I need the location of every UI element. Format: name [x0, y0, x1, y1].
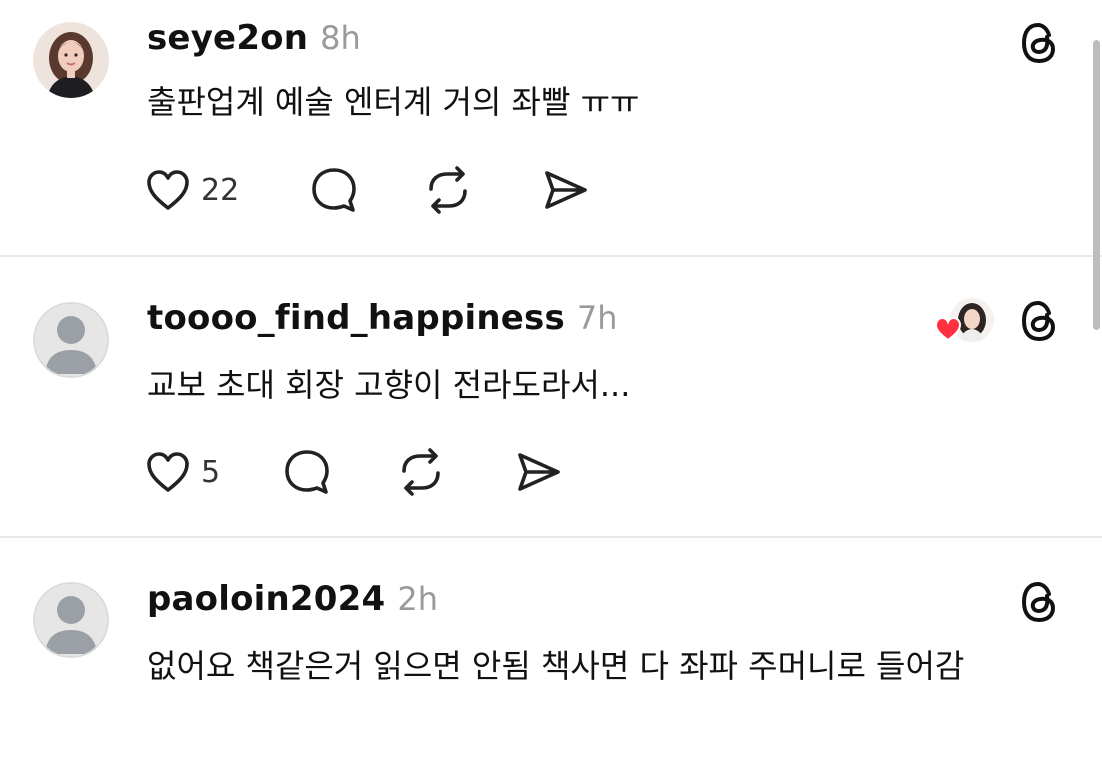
avatar[interactable]	[33, 302, 109, 378]
share-button[interactable]	[514, 446, 564, 498]
heart-filled-icon	[934, 316, 962, 342]
send-paper-plane-icon	[545, 171, 587, 209]
post-divider	[0, 255, 1102, 257]
timestamp: 2h	[397, 580, 438, 618]
post-text: 없어요 책같은거 읽으면 안됨 책사면 다 좌파 주머니로 들어감	[147, 647, 965, 685]
timestamp: 7h	[576, 299, 618, 337]
like-button[interactable]: 22	[145, 164, 239, 216]
liked-by-author-badge	[934, 298, 996, 348]
username[interactable]: seye2on	[147, 18, 308, 58]
action-bar: 22	[145, 164, 591, 216]
reply-button[interactable]	[282, 446, 332, 498]
threads-logo-icon[interactable]	[1016, 579, 1062, 625]
post-header: seye2on 8h	[147, 18, 361, 62]
avatar[interactable]	[33, 22, 109, 98]
repost-button[interactable]	[423, 164, 473, 216]
post-seye2on[interactable]: seye2on 8h 출판업계 예술 엔터계 거의 좌빨 ㅠㅠ 22	[0, 0, 1102, 255]
send-paper-plane-icon	[518, 453, 560, 491]
comment-bubble-icon	[312, 168, 356, 212]
threads-logo-icon[interactable]	[1016, 20, 1062, 66]
repost-button[interactable]	[396, 446, 446, 498]
default-avatar-icon	[33, 302, 109, 378]
post-divider	[0, 536, 1102, 538]
scrollbar[interactable]	[1093, 40, 1100, 330]
repost-arrows-icon	[429, 166, 467, 214]
post-header: toooo_find_happiness 7h	[147, 298, 618, 342]
threads-reply-feed: seye2on 8h 출판업계 예술 엔터계 거의 좌빨 ㅠㅠ 22 toooo…	[0, 0, 1102, 784]
repost-arrows-icon	[402, 448, 440, 496]
username[interactable]: paoloin2024	[147, 579, 385, 619]
username[interactable]: toooo_find_happiness	[147, 298, 565, 338]
timestamp: 8h	[320, 19, 361, 57]
like-count: 22	[201, 172, 240, 208]
post-header: paoloin2024 2h	[147, 579, 438, 623]
reply-button[interactable]	[309, 164, 359, 216]
default-avatar-icon	[33, 582, 109, 658]
post-toooo-find-happiness[interactable]: toooo_find_happiness 7h 교보 초대 회장 고향이 전라도	[0, 258, 1102, 536]
threads-logo-icon[interactable]	[1016, 298, 1062, 344]
profile-photo-icon	[33, 22, 109, 98]
action-bar: 5	[145, 446, 564, 498]
share-button[interactable]	[541, 164, 591, 216]
heart-outline-icon	[147, 452, 189, 492]
comment-bubble-icon	[285, 450, 329, 494]
like-button[interactable]: 5	[145, 446, 220, 498]
post-paoloin2024[interactable]: paoloin2024 2h 없어요 책같은거 읽으면 안됨 책사면 다 좌파 …	[0, 539, 1102, 784]
post-text: 교보 초대 회장 고향이 전라도라서...	[147, 366, 631, 404]
avatar[interactable]	[33, 582, 109, 658]
heart-outline-icon	[147, 170, 189, 210]
like-count: 5	[201, 454, 221, 490]
post-text: 출판업계 예술 엔터계 거의 좌빨 ㅠㅠ	[147, 83, 640, 121]
